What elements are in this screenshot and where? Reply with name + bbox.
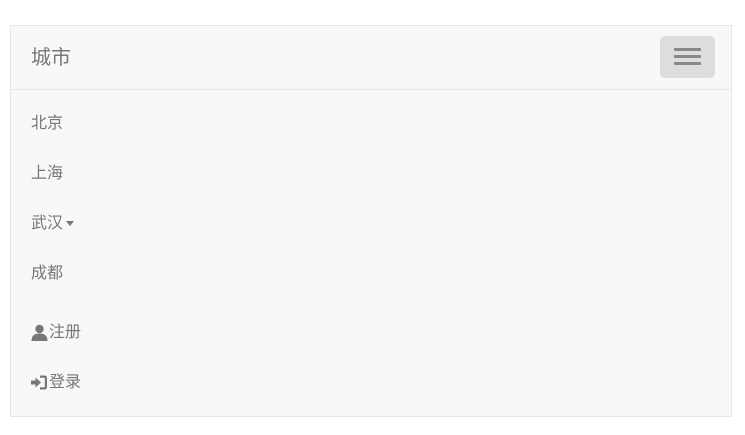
nav-link-beijing[interactable]: 北京 bbox=[31, 113, 63, 133]
caret-down-icon bbox=[66, 220, 75, 226]
navbar: 城市 北京 上海 武汉 成都 注册 登录 bbox=[10, 25, 732, 417]
nav-item-login: 登录 bbox=[31, 372, 81, 395]
hamburger-menu-icon bbox=[674, 48, 701, 51]
nav-item-wuhan: 武汉 bbox=[31, 213, 75, 233]
login-label: 登录 bbox=[49, 372, 82, 391]
register-label: 注册 bbox=[49, 322, 82, 341]
nav-item-chengdu: 成都 bbox=[31, 263, 63, 283]
register-link[interactable]: 注册 bbox=[31, 322, 81, 342]
login-link[interactable]: 登录 bbox=[31, 372, 81, 392]
nav-link-shanghai[interactable]: 上海 bbox=[31, 163, 63, 183]
nav-item-register: 注册 bbox=[31, 322, 81, 345]
nav-item-shanghai: 上海 bbox=[31, 163, 63, 183]
navbar-header: 城市 bbox=[11, 26, 731, 90]
nav-link-chengdu[interactable]: 成都 bbox=[31, 263, 63, 283]
nav-item-beijing: 北京 bbox=[31, 113, 63, 133]
navbar-toggle-button[interactable] bbox=[660, 36, 715, 78]
hamburger-menu-icon-bar bbox=[674, 62, 701, 65]
navbar-brand[interactable]: 城市 bbox=[31, 43, 71, 71]
hamburger-menu-icon-bar bbox=[674, 55, 701, 58]
user-icon bbox=[31, 324, 48, 341]
log-in-icon bbox=[31, 375, 47, 389]
nav-link-wuhan-label: 武汉 bbox=[31, 213, 64, 232]
nav-dropdown-wuhan[interactable]: 武汉 bbox=[31, 213, 75, 233]
